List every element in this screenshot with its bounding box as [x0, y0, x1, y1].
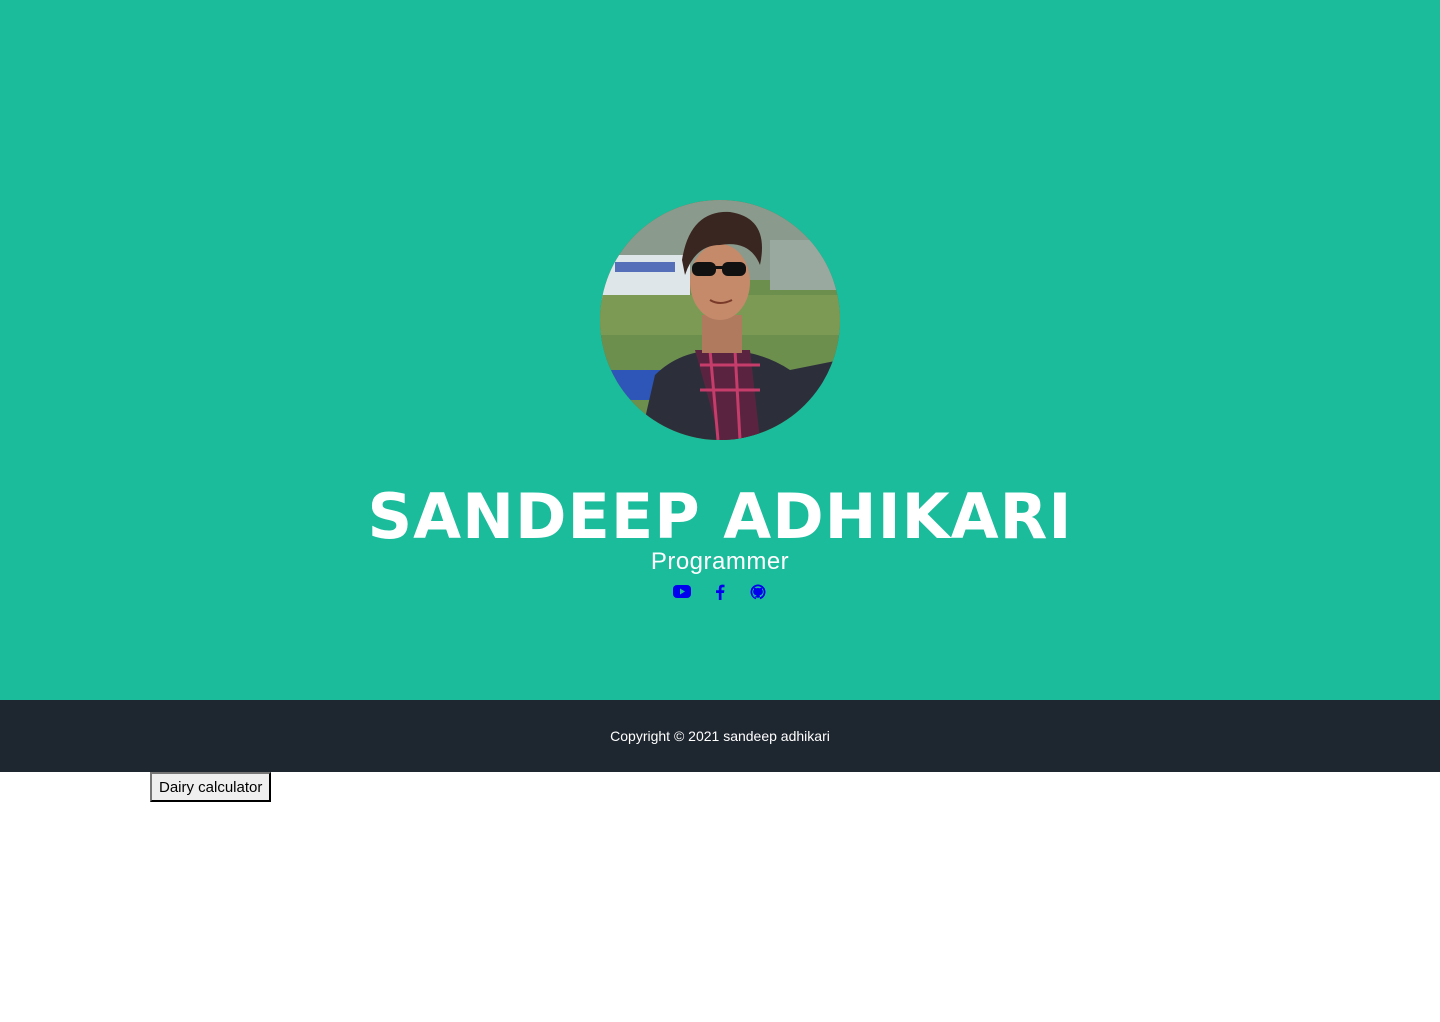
footer: Copyright © 2021 sandeep adhikari: [0, 700, 1440, 772]
social-links: [0, 580, 1440, 604]
avatar: [600, 200, 840, 440]
github-link[interactable]: [748, 580, 768, 604]
dairy-calculator-button[interactable]: Dairy calculator: [150, 772, 272, 802]
below-footer-area: Dairy calculator: [0, 772, 1440, 1022]
facebook-icon: [716, 584, 725, 600]
copyright-text: Copyright © 2021 sandeep adhikari: [610, 728, 830, 744]
youtube-link[interactable]: [672, 580, 692, 604]
facebook-link[interactable]: [710, 580, 730, 604]
youtube-icon: [673, 585, 691, 598]
avatar-image: [600, 200, 840, 440]
page-title: SANDEEP ADHIKARI: [367, 480, 1073, 553]
role-subtitle: Programmer: [650, 548, 790, 575]
github-icon: [750, 584, 766, 600]
hero-section: SANDEEP ADHIKARI Programmer: [0, 0, 1440, 700]
